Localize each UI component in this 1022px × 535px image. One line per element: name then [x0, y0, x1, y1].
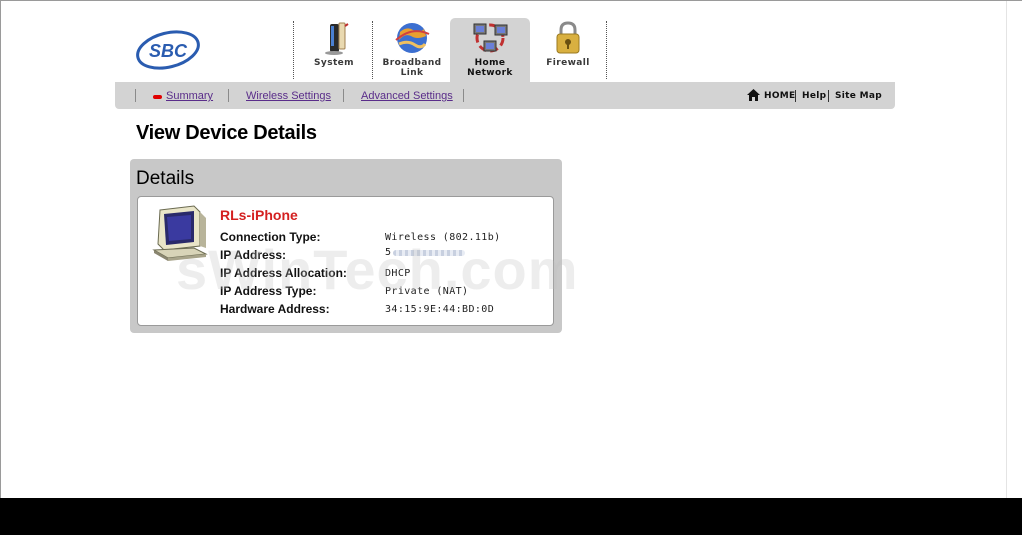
hardware-address-label: Hardware Address: — [220, 302, 330, 316]
svg-text:SBC: SBC — [149, 41, 188, 61]
browser-viewport: SBC System Broadband Link Home Network F… — [0, 0, 1022, 498]
tab-home-network[interactable]: Home Network — [450, 18, 530, 83]
page-title: View Device Details — [136, 122, 317, 144]
ip-allocation-value: DHCP — [385, 268, 411, 279]
padlock-icon — [556, 21, 580, 54]
ip-allocation-label: IP Address Allocation: — [220, 266, 347, 280]
sbc-logo[interactable]: SBC — [134, 28, 202, 72]
home-link[interactable]: HOME — [764, 91, 796, 101]
sub-navigation-bar: Summary Wireless Settings Advanced Setti… — [115, 82, 895, 109]
globe-icon — [395, 23, 430, 53]
tab-divider — [606, 21, 607, 79]
modem-icon — [325, 22, 349, 55]
tab-broadband-label-2: Link — [400, 68, 424, 78]
tab-home-label-2: Network — [467, 68, 513, 78]
subnav-divider — [135, 89, 136, 102]
device-name: RLs-iPhone — [220, 207, 298, 223]
ip-address-type-value: Private (NAT) — [385, 286, 469, 297]
site-map-link[interactable]: Site Map — [835, 91, 882, 101]
ip-address-type-label: IP Address Type: — [220, 284, 317, 298]
ip-address-label: IP Address: — [220, 248, 287, 262]
panel-title: Details — [136, 168, 195, 189]
network-icon — [473, 23, 508, 53]
tab-system-label: System — [314, 58, 354, 68]
tab-system[interactable]: System — [301, 18, 367, 82]
current-page-indicator — [153, 95, 162, 99]
help-link[interactable]: Help — [802, 91, 826, 101]
subnav-divider — [228, 89, 229, 102]
subnav-divider — [463, 89, 464, 102]
subnav-right-divider — [795, 90, 796, 102]
ip-address-value: 5 — [385, 247, 392, 258]
home-icon[interactable] — [747, 89, 760, 101]
hardware-address-value: 34:15:9E:44:BD:0D — [385, 304, 495, 315]
subnav-divider — [343, 89, 344, 102]
advanced-settings-link[interactable]: Advanced Settings — [361, 90, 453, 102]
wireless-settings-link[interactable]: Wireless Settings — [246, 90, 331, 102]
tab-broadband-label-1: Broadband — [382, 58, 442, 68]
vertical-scrollbar[interactable] — [1006, 1, 1022, 498]
tab-firewall[interactable]: Firewall — [535, 18, 601, 82]
details-panel: Details RLs-iPhone Connection Type: Wire… — [130, 159, 562, 333]
tab-firewall-label: Firewall — [546, 58, 590, 68]
tab-divider — [293, 21, 294, 79]
computer-icon — [152, 205, 208, 261]
summary-link[interactable]: Summary — [166, 90, 213, 102]
tab-broadband-link[interactable]: Broadband Link — [379, 18, 445, 82]
tab-divider — [372, 21, 373, 79]
device-details-card: RLs-iPhone Connection Type: Wireless (80… — [137, 196, 554, 326]
tab-home-label-1: Home — [474, 58, 506, 68]
connection-type-value: Wireless (802.11b) — [385, 232, 501, 243]
redacted-ip-mark — [393, 250, 465, 256]
subnav-right-divider — [828, 90, 829, 102]
connection-type-label: Connection Type: — [220, 230, 321, 244]
